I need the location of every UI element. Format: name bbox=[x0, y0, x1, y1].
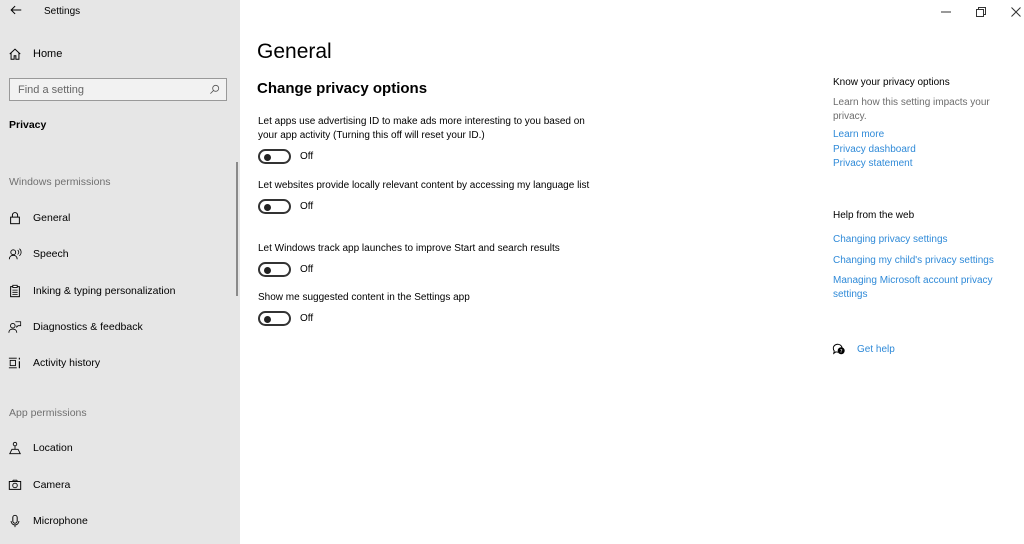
svg-text:?: ? bbox=[840, 349, 843, 355]
sidebar-item-label: General bbox=[33, 212, 71, 224]
back-button[interactable] bbox=[9, 3, 25, 19]
get-help-icon: ? bbox=[832, 343, 845, 355]
toggle-knob bbox=[264, 315, 271, 323]
sidebar-item-label: Camera bbox=[33, 479, 71, 491]
sidebar-item-label: Speech bbox=[33, 248, 69, 260]
sidebar-item-general[interactable]: General bbox=[8, 208, 70, 228]
microphone-icon bbox=[10, 514, 20, 528]
know-privacy-heading: Know your privacy options bbox=[833, 77, 950, 88]
sidebar-item-label: Diagnostics & feedback bbox=[33, 321, 143, 333]
section-title: Change privacy options bbox=[257, 80, 428, 97]
option-suggested-content: Show me suggested content in the Setting… bbox=[258, 291, 598, 326]
toggle-knob bbox=[264, 153, 271, 161]
sidebar-item-microphone[interactable]: Microphone bbox=[8, 511, 88, 531]
privacy-dashboard-link[interactable]: Privacy dashboard bbox=[833, 143, 1018, 158]
sidebar-item-activity-history[interactable]: Activity history bbox=[8, 353, 100, 373]
group-heading-windows-permissions: Windows permissions bbox=[9, 176, 111, 188]
close-icon bbox=[1011, 7, 1021, 17]
option-track-app-launches: Let Windows track app launches to improv… bbox=[258, 242, 598, 277]
sidebar-item-label: Inking & typing personalization bbox=[33, 285, 176, 297]
camera-icon bbox=[8, 479, 22, 490]
toggle-state-label: Off bbox=[300, 201, 314, 212]
language-list-toggle[interactable] bbox=[258, 199, 291, 214]
location-icon bbox=[9, 441, 21, 455]
home-icon bbox=[9, 48, 21, 60]
option-description: Let websites provide locally relevant co… bbox=[258, 180, 590, 191]
sidebar-item-label: Activity history bbox=[33, 357, 101, 369]
sidebar-item-camera[interactable]: Camera bbox=[8, 475, 70, 495]
track-app-launches-toggle[interactable] bbox=[258, 262, 291, 277]
speech-icon bbox=[8, 248, 22, 260]
microsoft-account-privacy-link[interactable]: Managing Microsoft account privacy setti… bbox=[833, 274, 1018, 301]
feedback-icon bbox=[8, 321, 22, 333]
current-section-label: Privacy bbox=[9, 119, 47, 131]
close-button[interactable] bbox=[998, 0, 1024, 24]
get-help-link[interactable]: ? Get help bbox=[832, 342, 895, 356]
sidebar-item-location[interactable]: Location bbox=[8, 438, 73, 458]
toggle-knob bbox=[264, 203, 271, 211]
childs-privacy-settings-link[interactable]: Changing my child's privacy settings bbox=[833, 254, 1018, 269]
search-icon[interactable] bbox=[209, 84, 220, 95]
option-description: Let Windows track app launches to improv… bbox=[258, 243, 560, 254]
timeline-icon bbox=[8, 357, 20, 369]
sidebar-item-speech[interactable]: Speech bbox=[8, 244, 69, 264]
restore-button[interactable] bbox=[963, 0, 999, 24]
lock-icon bbox=[10, 212, 20, 225]
sidebar-item-diagnostics[interactable]: Diagnostics & feedback bbox=[8, 317, 143, 337]
get-help-label: Get help bbox=[857, 343, 895, 355]
home-label: Home bbox=[33, 48, 63, 60]
help-web-panel: Help from the web Changing privacy setti… bbox=[833, 210, 1018, 301]
suggested-content-toggle[interactable] bbox=[258, 311, 291, 326]
sidebar-home[interactable]: Home bbox=[8, 45, 62, 63]
group-heading-app-permissions: App permissions bbox=[9, 407, 87, 419]
app-title: Settings bbox=[44, 6, 81, 17]
sidebar-item-inking-typing[interactable]: Inking & typing personalization bbox=[8, 281, 175, 301]
minimize-button[interactable] bbox=[928, 0, 964, 24]
toggle-state-label: Off bbox=[300, 264, 314, 275]
changing-privacy-settings-link[interactable]: Changing privacy settings bbox=[833, 233, 1018, 248]
clipboard-icon bbox=[10, 284, 20, 298]
learn-more-link[interactable]: Learn more bbox=[833, 128, 1018, 143]
back-arrow-icon bbox=[10, 5, 22, 15]
search-input[interactable] bbox=[18, 83, 209, 96]
know-privacy-panel: Know your privacy options Learn how this… bbox=[833, 77, 1018, 172]
restore-icon bbox=[976, 7, 986, 17]
sidebar-item-label: Location bbox=[33, 442, 73, 454]
sidebar-item-label: Microphone bbox=[33, 515, 88, 527]
toggle-state-label: Off bbox=[300, 313, 314, 324]
help-web-heading: Help from the web bbox=[833, 210, 915, 221]
page-title: General bbox=[257, 40, 332, 63]
toggle-state-label: Off bbox=[300, 151, 314, 162]
search-box[interactable] bbox=[9, 78, 227, 101]
option-description: Let apps use advertising ID to make ads … bbox=[258, 116, 585, 141]
advertising-id-toggle[interactable] bbox=[258, 149, 291, 164]
option-description: Show me suggested content in the Setting… bbox=[258, 292, 470, 303]
option-language-list: Let websites provide locally relevant co… bbox=[258, 179, 598, 214]
sidebar-scrollbar[interactable] bbox=[236, 162, 238, 296]
option-advertising-id: Let apps use advertising ID to make ads … bbox=[258, 115, 598, 164]
know-privacy-text: Learn how this setting impacts your priv… bbox=[833, 97, 990, 122]
minimize-icon bbox=[941, 11, 951, 13]
toggle-knob bbox=[264, 266, 271, 274]
privacy-statement-link[interactable]: Privacy statement bbox=[833, 157, 1018, 172]
sidebar: Settings Home Privacy Windows permission… bbox=[0, 0, 240, 544]
